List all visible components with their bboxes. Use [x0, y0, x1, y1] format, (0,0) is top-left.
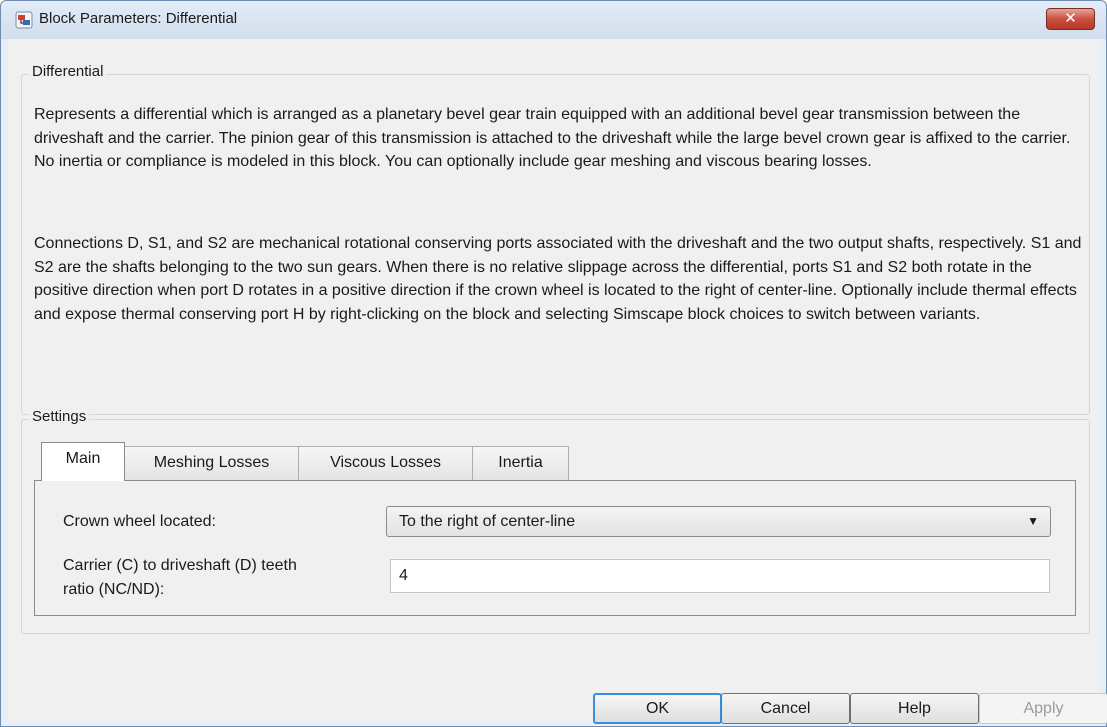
- cancel-button[interactable]: Cancel: [721, 693, 850, 724]
- tab-main-panel: [34, 480, 1076, 616]
- description-paragraph-2: Connections D, S1, and S2 are mechanical…: [34, 235, 1082, 323]
- block-parameters-dialog: Block Parameters: Differential ✕ Differe…: [0, 0, 1107, 727]
- teeth-ratio-input[interactable]: 4: [390, 559, 1050, 593]
- tab-inertia[interactable]: Inertia: [472, 446, 569, 480]
- crown-wheel-label: Crown wheel located:: [63, 513, 216, 530]
- settings-group-label: Settings: [29, 408, 90, 425]
- tab-inertia-label: Inertia: [498, 454, 543, 471]
- tab-main[interactable]: Main: [41, 442, 125, 481]
- close-icon: ✕: [1064, 10, 1077, 27]
- crown-wheel-value: To the right of center-line: [399, 513, 576, 530]
- window-title: Block Parameters: Differential: [39, 10, 238, 27]
- tab-viscous-losses[interactable]: Viscous Losses: [298, 446, 473, 480]
- tab-meshing-losses-label: Meshing Losses: [153, 454, 270, 471]
- tab-meshing-losses[interactable]: Meshing Losses: [124, 446, 299, 480]
- help-button[interactable]: Help: [850, 693, 979, 724]
- description-paragraph-1: Represents a differential which is arran…: [34, 106, 1071, 171]
- description-group-label: Differential: [29, 63, 107, 80]
- title-bar[interactable]: Block Parameters: Differential ✕: [1, 1, 1106, 39]
- chevron-down-icon: ▼: [1027, 514, 1039, 528]
- tab-viscous-losses-label: Viscous Losses: [330, 454, 441, 471]
- ok-button[interactable]: OK: [593, 693, 722, 724]
- crown-wheel-dropdown[interactable]: To the right of center-line ▼: [386, 506, 1051, 537]
- teeth-ratio-label-line2: ratio (NC/ND):: [63, 581, 165, 598]
- tab-main-label: Main: [65, 450, 101, 467]
- close-button[interactable]: ✕: [1046, 8, 1095, 30]
- simulink-block-icon: [15, 11, 33, 29]
- apply-button[interactable]: Apply: [979, 693, 1107, 724]
- teeth-ratio-label-line1: Carrier (C) to driveshaft (D) teeth: [63, 557, 297, 574]
